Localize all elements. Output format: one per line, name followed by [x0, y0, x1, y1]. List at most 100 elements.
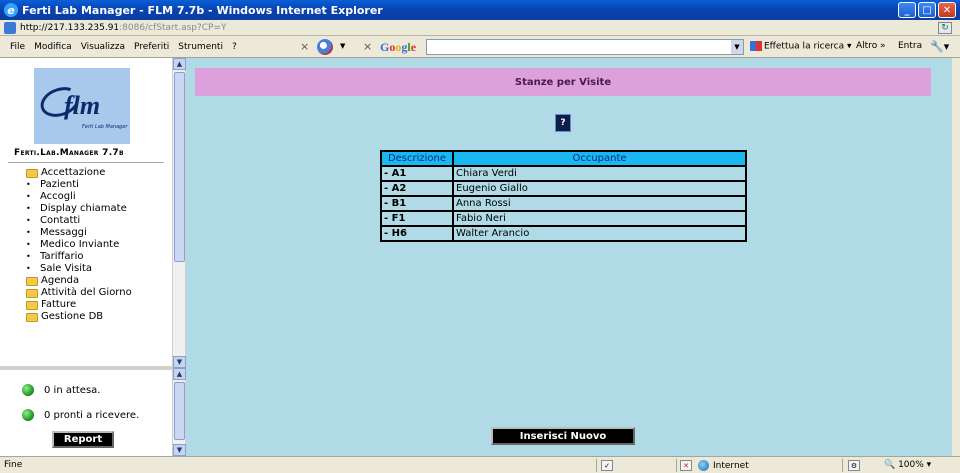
- divider: [596, 459, 597, 472]
- security-zone[interactable]: Internet: [698, 460, 749, 471]
- sidebar-scrollbar[interactable]: ▲ ▼: [172, 58, 186, 368]
- status-text: Fine: [4, 460, 23, 470]
- bullet-icon: •: [26, 264, 31, 273]
- table-header-row: Descrizione Occupante: [380, 150, 747, 167]
- sidebar-nav: Accettazione • Pazienti • Accogli • Display…: [26, 167, 166, 323]
- sidebar-item-contatti[interactable]: • Contatti: [26, 215, 166, 227]
- sidebar-item-attivita-del-giorno[interactable]: Attività del Giorno: [26, 287, 166, 299]
- more-button[interactable]: Altro »: [856, 41, 886, 51]
- maximize-icon[interactable]: □: [918, 2, 936, 18]
- sidebar-item-pazienti[interactable]: • Pazienti: [26, 179, 166, 191]
- sidebar-item-tariffario[interactable]: • Tariffario: [26, 251, 166, 263]
- table-row[interactable]: - A2 Eugenio Giallo: [380, 180, 747, 197]
- search-provider-icon[interactable]: [317, 39, 333, 55]
- menu-strumenti[interactable]: Strumenti: [178, 42, 223, 52]
- divider: [842, 459, 843, 472]
- folder-open-icon: [26, 169, 38, 178]
- globe-icon: [698, 460, 709, 471]
- login-button[interactable]: Entra: [898, 41, 922, 51]
- room-code[interactable]: - H6: [380, 225, 454, 242]
- sidebar-item-medico-inviante[interactable]: • Medico Inviante: [26, 239, 166, 251]
- bullet-icon: •: [26, 204, 31, 213]
- menu-help[interactable]: ?: [232, 42, 237, 52]
- rooms-table: Descrizione Occupante - A1 Chiara Verdi -…: [380, 150, 747, 242]
- close-google-toolbar-icon[interactable]: ×: [363, 40, 372, 53]
- sidebar-item-agenda[interactable]: Agenda: [26, 275, 166, 287]
- insert-new-button[interactable]: Inserisci Nuovo: [491, 427, 635, 445]
- page-title: Stanze per Visite: [195, 68, 931, 96]
- scrollbar-thumb[interactable]: [174, 72, 185, 262]
- menu-file[interactable]: File: [10, 42, 25, 52]
- refresh-icon[interactable]: ↻: [938, 22, 952, 34]
- google-search-icon: [750, 41, 762, 51]
- zoom-level[interactable]: 🔍 100% ▾: [884, 460, 931, 470]
- compat-icon[interactable]: ✓: [601, 460, 613, 471]
- window-titlebar: e Ferti Lab Manager - FLM 7.7b - Windows…: [0, 0, 960, 20]
- ie-logo-icon: e: [4, 3, 18, 17]
- sidebar-item-messaggi[interactable]: • Messaggi: [26, 227, 166, 239]
- column-header-descrizione[interactable]: Descrizione: [380, 150, 454, 167]
- sidebar-item-display-chiamate[interactable]: • Display chiamate: [26, 203, 166, 215]
- report-button[interactable]: Report: [52, 431, 114, 448]
- bullet-icon: •: [26, 252, 31, 261]
- divider: [8, 162, 164, 163]
- bullet-icon: •: [26, 192, 31, 201]
- scroll-up-icon[interactable]: ▲: [173, 368, 186, 380]
- scrollbar-thumb[interactable]: [174, 382, 185, 440]
- logo-text: flm: [63, 91, 101, 120]
- close-toolbar-icon[interactable]: ×: [300, 40, 309, 53]
- green-led-icon: [22, 384, 34, 396]
- google-logo: Google: [380, 40, 417, 54]
- table-row[interactable]: - B1 Anna Rossi: [380, 195, 747, 212]
- chevron-down-icon[interactable]: ▼: [340, 42, 345, 50]
- scroll-down-icon[interactable]: ▼: [173, 444, 186, 456]
- google-search-input[interactable]: [426, 39, 744, 55]
- sidebar-item-gestione-db[interactable]: Gestione DB: [26, 311, 166, 323]
- sidebar-item-sale-visita[interactable]: • Sale Visita: [26, 263, 166, 275]
- divider: [676, 459, 677, 472]
- google-dropdown-icon[interactable]: ▼: [731, 40, 743, 54]
- blocked-icon[interactable]: ✕: [680, 460, 692, 471]
- room-occupant: Anna Rossi: [452, 195, 747, 212]
- browser-statusbar: Fine ✓ ✕ Internet ⚙ 🔍 100% ▾: [0, 456, 960, 473]
- room-code[interactable]: - F1: [380, 210, 454, 227]
- help-button[interactable]: ?: [555, 114, 571, 132]
- sidebar: flm Ferti Lab Manager Ferti.Lab.Manager …: [0, 58, 172, 366]
- app-name: Ferti.Lab.Manager 7.7b: [14, 148, 124, 158]
- address-text[interactable]: http://217.133.235.91:8086/cfStart.asp?C…: [20, 23, 227, 33]
- bullet-icon: •: [26, 228, 31, 237]
- close-icon[interactable]: ✕: [938, 2, 956, 18]
- room-code[interactable]: - A1: [380, 165, 454, 182]
- menu-modifica[interactable]: Modifica: [34, 42, 72, 52]
- table-row[interactable]: - F1 Fabio Neri: [380, 210, 747, 227]
- table-row[interactable]: - A1 Chiara Verdi: [380, 165, 747, 182]
- app-logo: flm Ferti Lab Manager: [34, 68, 130, 144]
- table-row[interactable]: - H6 Walter Arancio: [380, 225, 747, 242]
- room-occupant: Fabio Neri: [452, 210, 747, 227]
- search-button[interactable]: Effettua la ricerca ▾: [750, 41, 851, 52]
- column-header-occupante[interactable]: Occupante: [452, 150, 747, 167]
- status-scrollbar[interactable]: ▲ ▼: [172, 368, 186, 456]
- sidebar-item-fatture[interactable]: Fatture: [26, 299, 166, 311]
- page-icon: [4, 21, 16, 34]
- scroll-up-icon[interactable]: ▲: [173, 58, 186, 70]
- bullet-icon: •: [26, 216, 31, 225]
- wrench-icon[interactable]: 🔧▾: [930, 40, 949, 53]
- folder-icon: [26, 301, 38, 310]
- room-code[interactable]: - B1: [380, 195, 454, 212]
- minimize-icon[interactable]: _: [898, 2, 916, 18]
- address-bar[interactable]: http://217.133.235.91:8086/cfStart.asp?C…: [0, 20, 960, 36]
- sidebar-item-accettazione[interactable]: Accettazione: [26, 167, 166, 179]
- green-led-icon: [22, 409, 34, 421]
- menu-preferiti[interactable]: Preferiti: [134, 42, 169, 52]
- menu-visualizza[interactable]: Visualizza: [81, 42, 125, 52]
- main-content: Stanze per Visite ? Descrizione Occupant…: [186, 58, 952, 456]
- waiting-status: 0 in attesa.: [22, 384, 100, 396]
- sidebar-item-accogli[interactable]: • Accogli: [26, 191, 166, 203]
- room-code[interactable]: - A2: [380, 180, 454, 197]
- logo-subtitle: Ferti Lab Manager: [82, 124, 128, 130]
- folder-icon: [26, 313, 38, 322]
- scroll-down-icon[interactable]: ▼: [173, 356, 186, 368]
- protected-mode-icon[interactable]: ⚙: [848, 460, 860, 471]
- menu-bar: File Modifica Visualizza Preferiti Strum…: [0, 36, 960, 58]
